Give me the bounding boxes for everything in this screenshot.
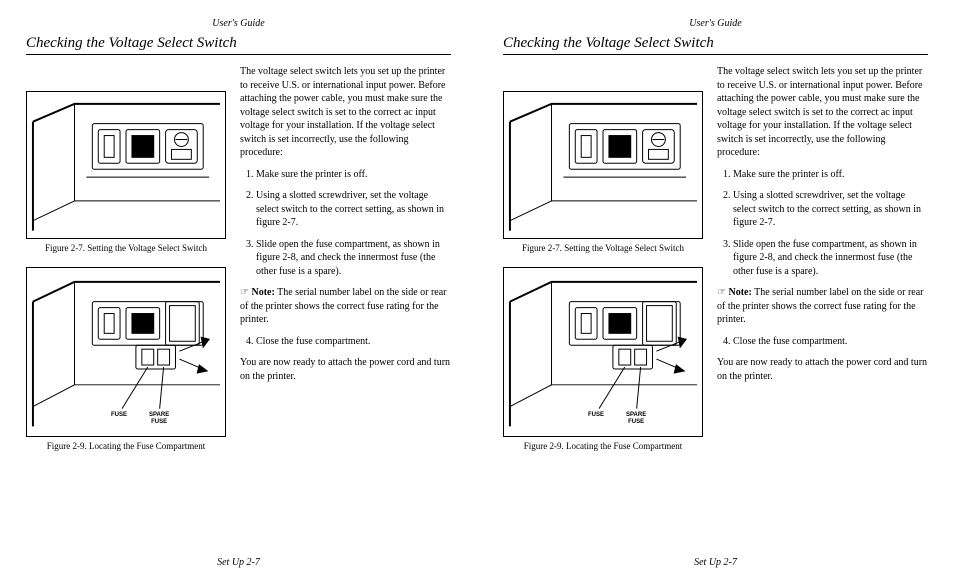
figure-2-7-caption: Figure 2-7. Setting the Voltage Select S… bbox=[503, 243, 703, 253]
page-spread: User's Guide Checking the Voltage Select… bbox=[0, 0, 954, 580]
intro-paragraph: The voltage select switch lets you set u… bbox=[717, 65, 928, 160]
page-left: User's Guide Checking the Voltage Select… bbox=[0, 0, 477, 580]
step-4: Close the fuse compartment. bbox=[256, 335, 451, 349]
pointing-hand-icon: ☞ bbox=[240, 287, 249, 298]
procedure-steps-cont: Close the fuse compartment. bbox=[240, 335, 451, 349]
content-columns: Figure 2-7. Setting the Voltage Select S… bbox=[26, 65, 451, 465]
closing-paragraph: You are now ready to attach the power co… bbox=[717, 356, 928, 383]
section-rule bbox=[26, 54, 451, 55]
spare-fuse-label-line2: FUSE bbox=[628, 419, 644, 425]
page-footer: Set Up 2-7 bbox=[477, 557, 954, 568]
content-columns: Figure 2-7. Setting the Voltage Select S… bbox=[503, 65, 928, 465]
fuse-label: FUSE bbox=[588, 412, 604, 419]
step-4: Close the fuse compartment. bbox=[733, 335, 928, 349]
running-head: User's Guide bbox=[26, 18, 451, 29]
spare-fuse-label-line1: SPARE bbox=[626, 412, 646, 418]
note-label: Note: bbox=[251, 287, 274, 298]
voltage-switch-illustration bbox=[504, 92, 702, 239]
page-footer: Set Up 2-7 bbox=[0, 557, 477, 568]
figure-2-7 bbox=[26, 91, 226, 239]
figure-2-7-caption: Figure 2-7. Setting the Voltage Select S… bbox=[26, 243, 226, 253]
note: ☞ Note: The serial number label on the s… bbox=[240, 286, 451, 327]
figure-2-9: FUSE SPARE FUSE bbox=[26, 267, 226, 437]
step-2: Using a slotted screwdriver, set the vol… bbox=[256, 189, 451, 230]
step-3: Slide open the fuse compartment, as show… bbox=[256, 238, 451, 279]
section-title: Checking the Voltage Select Switch bbox=[503, 35, 928, 52]
figures-column: Figure 2-7. Setting the Voltage Select S… bbox=[503, 65, 703, 465]
step-2: Using a slotted screwdriver, set the vol… bbox=[733, 189, 928, 230]
spare-fuse-label: SPARE FUSE bbox=[626, 412, 646, 425]
step-1: Make sure the printer is off. bbox=[256, 168, 451, 182]
closing-paragraph: You are now ready to attach the power co… bbox=[240, 356, 451, 383]
step-3: Slide open the fuse compartment, as show… bbox=[733, 238, 928, 279]
procedure-steps: Make sure the printer is off. Using a sl… bbox=[717, 168, 928, 279]
step-1: Make sure the printer is off. bbox=[733, 168, 928, 182]
figure-2-9-caption: Figure 2-9. Locating the Fuse Compartmen… bbox=[503, 441, 703, 451]
running-head: User's Guide bbox=[503, 18, 928, 29]
note-label: Note: bbox=[728, 287, 751, 298]
procedure-steps: Make sure the printer is off. Using a sl… bbox=[240, 168, 451, 279]
spare-fuse-label-line1: SPARE bbox=[149, 412, 169, 418]
figure-2-9-caption: Figure 2-9. Locating the Fuse Compartmen… bbox=[26, 441, 226, 451]
spare-fuse-label-line2: FUSE bbox=[151, 419, 167, 425]
pointing-hand-icon: ☞ bbox=[717, 287, 726, 298]
text-column: The voltage select switch lets you set u… bbox=[240, 65, 451, 465]
text-column: The voltage select switch lets you set u… bbox=[717, 65, 928, 465]
figure-2-7 bbox=[503, 91, 703, 239]
note: ☞ Note: The serial number label on the s… bbox=[717, 286, 928, 327]
figure-2-9: FUSE SPARE FUSE bbox=[503, 267, 703, 437]
page-right: User's Guide Checking the Voltage Select… bbox=[477, 0, 954, 580]
figures-column: Figure 2-7. Setting the Voltage Select S… bbox=[26, 65, 226, 465]
section-title: Checking the Voltage Select Switch bbox=[26, 35, 451, 52]
voltage-switch-illustration bbox=[27, 92, 225, 239]
spare-fuse-label: SPARE FUSE bbox=[149, 412, 169, 425]
procedure-steps-cont: Close the fuse compartment. bbox=[717, 335, 928, 349]
intro-paragraph: The voltage select switch lets you set u… bbox=[240, 65, 451, 160]
fuse-label: FUSE bbox=[111, 412, 127, 419]
section-rule bbox=[503, 54, 928, 55]
